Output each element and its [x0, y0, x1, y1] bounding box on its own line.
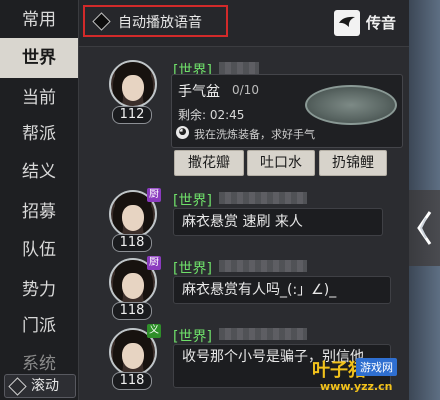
level-badge: 118 — [112, 234, 152, 252]
role-badge: 厨 — [147, 188, 161, 202]
sender-name[interactable] — [219, 260, 307, 272]
transmit-label: 传音 — [366, 14, 397, 32]
sender-name[interactable] — [219, 192, 307, 204]
watermark-tag: 游戏网 — [356, 358, 397, 376]
spit-button[interactable]: 吐口水 — [247, 150, 315, 176]
scroll-label: 滚动 — [31, 378, 59, 394]
scatter-petals-button[interactable]: 撒花瓣 — [174, 150, 244, 176]
site-watermark: 叶子猪 游戏网 www.yzz.cn — [312, 356, 436, 396]
level-badge: 118 — [112, 302, 152, 320]
message-bubble: 麻衣悬赏 速刷 来人 — [173, 208, 383, 236]
role-badge: 义 — [147, 324, 161, 338]
tab-guild[interactable]: 帮派 — [0, 114, 78, 154]
tab-sect[interactable]: 门派 — [0, 306, 78, 346]
chevron-left-icon — [417, 211, 432, 245]
scroll-toggle-button[interactable]: 滚动 — [4, 374, 76, 398]
channel-tag: [世界] — [173, 329, 212, 345]
watermark-url: www.yzz.cn — [320, 380, 393, 393]
throw-koi-button[interactable]: 扔锦鲤 — [319, 150, 387, 176]
basin-icon — [305, 85, 397, 125]
diamond-checkbox-icon — [92, 12, 111, 31]
task-count: 0/10 — [232, 83, 259, 97]
sender-name[interactable] — [219, 328, 307, 340]
message-text: 麻衣悬赏 速刷 来人 — [182, 214, 303, 230]
tab-team[interactable]: 队伍 — [0, 230, 78, 270]
luck-basin-card[interactable]: 手气盆 0/10 剩余: 02:45 ◕ 我在洗炼装备，求好手气 — [171, 74, 403, 148]
channel-sidebar: 常用 世界 当前 帮派 结义 招募 队伍 势力 门派 系统 滚动 — [0, 0, 79, 400]
sender-name[interactable] — [219, 62, 259, 74]
tab-world[interactable]: 世界 — [0, 38, 78, 78]
message-bubble: 麻衣悬赏有人吗_(:」∠)_ — [173, 276, 391, 304]
channel-tag: [世界] — [173, 193, 212, 209]
tab-current[interactable]: 当前 — [0, 78, 78, 118]
smile-icon: ◕ — [176, 126, 189, 139]
task-remaining: 剩余: 02:45 — [178, 108, 245, 122]
role-badge: 厨 — [147, 256, 161, 270]
auto-play-label: 自动播放语音 — [118, 15, 202, 31]
tab-recruit[interactable]: 招募 — [0, 192, 78, 232]
avatar[interactable] — [109, 60, 157, 108]
tab-faction[interactable]: 势力 — [0, 270, 78, 310]
transmit-button[interactable]: 传音 — [334, 10, 404, 36]
task-title: 手气盆 — [178, 84, 220, 100]
tab-sworn[interactable]: 结义 — [0, 152, 78, 192]
transmit-icon — [334, 10, 360, 36]
diamond-icon — [8, 377, 27, 396]
message-text: 麻衣悬赏有人吗_(:」∠)_ — [182, 282, 337, 298]
level-badge: 118 — [112, 372, 152, 390]
chat-header: 自动播放语音 传音 — [79, 0, 409, 47]
tab-common[interactable]: 常用 — [0, 0, 78, 40]
chat-panel: 自动播放语音 传音 112 [世界] 手气盆 0/10 剩余: 02:45 ◕ … — [79, 0, 409, 400]
channel-tag: [世界] — [173, 261, 212, 277]
task-wish: 我在洗炼装备，求好手气 — [194, 128, 315, 141]
auto-play-voice-toggle[interactable]: 自动播放语音 — [83, 5, 228, 37]
level-badge: 112 — [112, 106, 152, 124]
collapse-panel-button[interactable] — [409, 190, 440, 266]
